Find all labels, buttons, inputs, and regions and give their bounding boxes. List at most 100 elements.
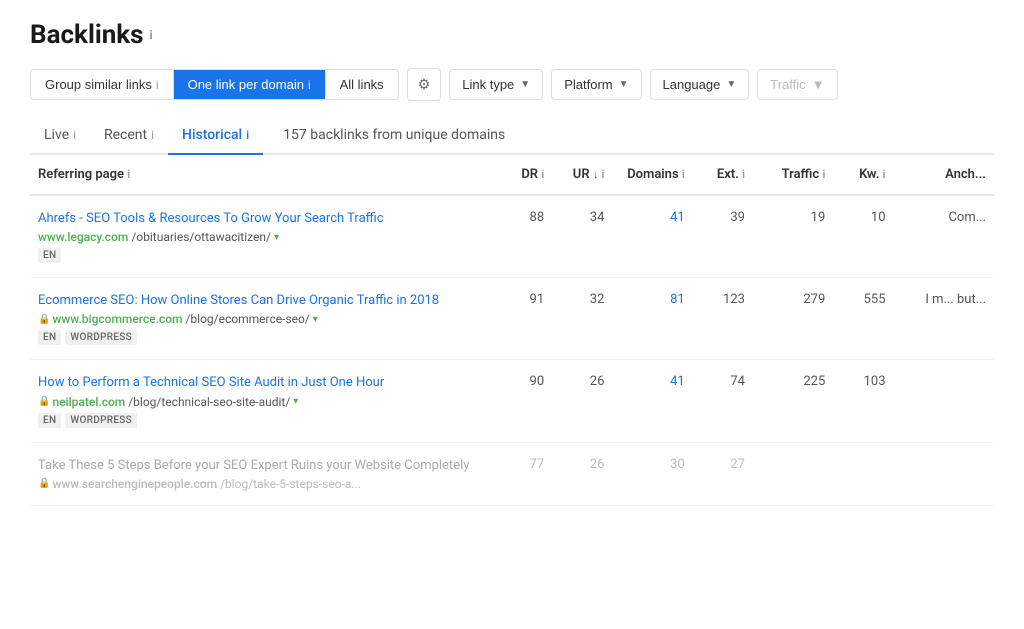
tag-badge: EN [38, 248, 61, 263]
page-title-link[interactable]: Ahrefs - SEO Tools & Resources To Grow Y… [38, 210, 484, 228]
table-row: Ahrefs - SEO Tools & Resources To Grow Y… [30, 195, 994, 278]
page-title: Backlinks [30, 20, 144, 50]
tab-recent[interactable]: Recent i [90, 117, 168, 155]
dr-info-icon[interactable]: i [541, 168, 544, 181]
platform-caret-icon: ▼ [619, 79, 629, 90]
col-header-referring: Referring page i [30, 155, 492, 195]
cell-anch: I m... but... [894, 278, 994, 360]
col-header-ext: Ext. i [693, 155, 753, 195]
title-info-icon[interactable]: i [150, 28, 153, 42]
cell-dr: 77 [492, 442, 552, 505]
cell-kw [833, 442, 893, 505]
traffic-caret-icon: ▼ [812, 77, 825, 92]
platform-dropdown[interactable]: Platform ▼ [551, 69, 641, 100]
cell-dr: 88 [492, 195, 552, 278]
language-dropdown[interactable]: Language ▼ [650, 69, 750, 100]
tags-row: ENWORDPRESS [38, 413, 484, 428]
link-filter-group: Group similar links i One link per domai… [30, 69, 399, 100]
cell-referring-page: Ecommerce SEO: How Online Stores Can Dri… [30, 278, 492, 360]
tab-live[interactable]: Live i [30, 117, 90, 155]
cell-anch [894, 442, 994, 505]
table-row: Ecommerce SEO: How Online Stores Can Dri… [30, 278, 994, 360]
page-title-row: Backlinks i [30, 20, 994, 50]
cell-ext: 123 [693, 278, 753, 360]
cell-ext: 74 [693, 360, 753, 442]
cell-kw: 555 [833, 278, 893, 360]
cell-ur: 32 [552, 278, 612, 360]
cell-kw: 10 [833, 195, 893, 278]
one-per-domain-info-icon[interactable]: i [308, 78, 311, 92]
domains-info-icon[interactable]: i [682, 168, 685, 181]
link-type-dropdown[interactable]: Link type ▼ [449, 69, 543, 100]
language-caret-icon: ▼ [726, 79, 736, 90]
col-header-traffic: Traffic i [753, 155, 833, 195]
chevron-down-icon: ▾ [274, 232, 279, 243]
page-title-link[interactable]: Take These 5 Steps Before your SEO Exper… [38, 457, 484, 475]
ext-info-icon[interactable]: i [742, 168, 745, 181]
tag-badge: EN [38, 330, 61, 345]
live-info-icon[interactable]: i [73, 128, 76, 142]
lock-icon: 🔒 [38, 314, 50, 325]
cell-ext: 27 [693, 442, 753, 505]
table-container: Referring page i DR i UR ↓ i Domains [30, 155, 994, 506]
col-header-anch: Anch... [894, 155, 994, 195]
settings-button[interactable]: ⚙ [407, 68, 442, 101]
cell-referring-page: Ahrefs - SEO Tools & Resources To Grow Y… [30, 195, 492, 278]
kw-info-icon[interactable]: i [883, 168, 886, 181]
chevron-down-icon: ▾ [313, 314, 318, 325]
page-url-link[interactable]: www.bigcommerce.com/blog/ecommerce-seo/▾ [52, 312, 317, 326]
tab-historical[interactable]: Historical i [168, 117, 263, 155]
cell-ur: 34 [552, 195, 612, 278]
tags-row: EN [38, 248, 484, 263]
table-row: How to Perform a Technical SEO Site Audi… [30, 360, 994, 442]
link-type-caret-icon: ▼ [520, 79, 530, 90]
chevron-down-icon: ▾ [293, 396, 298, 407]
cell-referring-page: How to Perform a Technical SEO Site Audi… [30, 360, 492, 442]
traffic-info-icon[interactable]: i [822, 168, 825, 181]
cell-domains: 41 [612, 360, 692, 442]
col-header-ur[interactable]: UR ↓ i [552, 155, 612, 195]
col-header-kw: Kw. i [833, 155, 893, 195]
cell-ext: 39 [693, 195, 753, 278]
page-title-link[interactable]: Ecommerce SEO: How Online Stores Can Dri… [38, 292, 484, 310]
traffic-dropdown[interactable]: Traffic ▼ [757, 69, 837, 100]
backlinks-table: Referring page i DR i UR ↓ i Domains [30, 155, 994, 506]
all-links-button[interactable]: All links [326, 70, 398, 99]
cell-traffic: 279 [753, 278, 833, 360]
cell-domains: 81 [612, 278, 692, 360]
recent-info-icon[interactable]: i [151, 128, 154, 142]
historical-info-icon[interactable]: i [246, 128, 249, 142]
tag-badge: WORDPRESS [65, 413, 137, 428]
backlinks-count: 157 backlinks from unique domains [283, 127, 505, 143]
ur-info-icon[interactable]: i [602, 168, 605, 181]
cell-traffic [753, 442, 833, 505]
cell-ur: 26 [552, 442, 612, 505]
cell-dr: 90 [492, 360, 552, 442]
cell-dr: 91 [492, 278, 552, 360]
page-url-link[interactable]: www.searchenginepeople.com/blog/take-5-s… [52, 477, 360, 491]
cell-referring-page: Take These 5 Steps Before your SEO Exper… [30, 442, 492, 505]
one-per-domain-button[interactable]: One link per domain i [174, 70, 326, 99]
cell-traffic: 225 [753, 360, 833, 442]
toolbar: Group similar links i One link per domai… [30, 68, 994, 101]
ur-sort-icon: ↓ [593, 168, 599, 181]
group-similar-info-icon[interactable]: i [156, 78, 159, 92]
page-title-link[interactable]: How to Perform a Technical SEO Site Audi… [38, 374, 484, 392]
referring-info-icon[interactable]: i [127, 168, 130, 181]
group-similar-button[interactable]: Group similar links i [31, 70, 174, 99]
table-row: Take These 5 Steps Before your SEO Exper… [30, 442, 994, 505]
lock-icon: 🔒 [38, 478, 50, 489]
cell-anch: Com... [894, 195, 994, 278]
lock-icon: 🔒 [38, 396, 50, 407]
tag-badge: WORDPRESS [65, 330, 137, 345]
col-header-domains: Domains i [612, 155, 692, 195]
cell-ur: 26 [552, 360, 612, 442]
tags-row: EN WORDPRESS [38, 330, 484, 345]
table-header-row: Referring page i DR i UR ↓ i Domains [30, 155, 994, 195]
page-url-link[interactable]: www.legacy.com/obituaries/ottawacitizen/… [38, 230, 279, 244]
col-header-dr: DR i [492, 155, 552, 195]
page-url-link[interactable]: neilpatel.com/blog/technical-seo-site-au… [52, 395, 298, 409]
cell-anch [894, 360, 994, 442]
cell-kw: 103 [833, 360, 893, 442]
tabs-row: Live i Recent i Historical i 157 backlin… [30, 117, 994, 155]
